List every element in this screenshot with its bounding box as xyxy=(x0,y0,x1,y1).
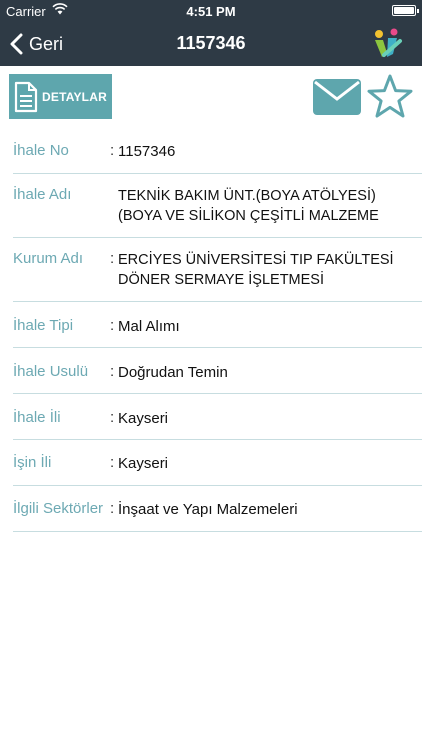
tender-details-list: İhale No : 1157346 İhale Adı TEKNİK BAKI… xyxy=(0,128,422,532)
status-time: 4:51 PM xyxy=(186,4,236,19)
field-row-tender-no: İhale No : 1157346 xyxy=(0,128,422,174)
field-value: Doğrudan Temin xyxy=(118,364,228,381)
field-row-tender-city: İhale İli : Kayseri xyxy=(0,394,422,440)
field-row-sectors: İlgili Sektörler : İnşaat ve Yapı Malzem… xyxy=(0,486,422,532)
row-divider xyxy=(13,531,422,532)
field-row-tender-name: İhale Adı TEKNİK BAKIM ÜNT.(BOYA ATÖLYES… xyxy=(0,174,422,238)
field-row-tender-type: İhale Tipi : Mal Alımı xyxy=(0,302,422,348)
field-label: İhale Tipi xyxy=(13,317,74,334)
field-colon: : xyxy=(110,454,115,471)
battery-icon xyxy=(392,5,419,16)
navigation-bar: Geri 1157346 xyxy=(0,22,422,66)
field-value: 1157346 xyxy=(118,143,176,160)
details-button[interactable]: DETAYLAR xyxy=(9,74,112,119)
field-label: İhale Usulü xyxy=(13,363,89,380)
details-label: DETAYLAR xyxy=(42,89,107,104)
field-label: İhale İli xyxy=(13,409,61,426)
field-value-line: DÖNER SERMAYE İŞLETMESİ xyxy=(118,272,324,288)
field-row-institution: Kurum Adı : ERCİYES ÜNİVERSİTESİ TIP FAK… xyxy=(0,238,422,302)
field-value: Kayseri xyxy=(118,410,169,427)
field-label: Kurum Adı xyxy=(13,250,84,267)
field-colon: : xyxy=(110,142,115,159)
status-bar: Carrier 4:51 PM xyxy=(0,0,422,22)
field-row-tender-method: İhale Usulü : Doğrudan Temin xyxy=(0,348,422,394)
field-value: TEKNİK BAKIM ÜNT.(BOYA ATÖLYESİ) (BOYA V… xyxy=(118,186,389,238)
field-colon xyxy=(110,186,118,238)
field-label: İhale Adı xyxy=(13,186,72,203)
action-toolbar: DETAYLAR xyxy=(0,66,422,128)
field-value: ERCİYES ÜNİVERSİTESİ TIP FAKÜLTESİ DÖNER… xyxy=(118,250,404,302)
field-row-work-city: İşin İli : Kayseri xyxy=(0,440,422,486)
field-value-line: TEKNİK BAKIM ÜNT.(BOYA ATÖLYESİ) xyxy=(118,188,376,204)
app-logo-icon xyxy=(370,27,404,61)
field-colon: : xyxy=(110,317,115,334)
mail-button[interactable] xyxy=(313,79,361,115)
field-colon: : xyxy=(110,363,115,380)
field-value: Kayseri xyxy=(118,455,169,472)
field-colon: : xyxy=(110,500,115,517)
field-label: İşin İli xyxy=(13,454,52,471)
field-value: İnşaat ve Yapı Malzemeleri xyxy=(118,501,298,518)
field-label: İhale No xyxy=(13,142,69,159)
field-value-line: (BOYA VE SİLİKON ÇEŞİTLİ MALZEME xyxy=(118,208,379,224)
field-value-line: ERCİYES ÜNİVERSİTESİ TIP FAKÜLTESİ xyxy=(118,252,394,268)
page-title: 1157346 xyxy=(176,33,246,53)
mail-icon xyxy=(313,79,361,115)
field-value: Mal Alımı xyxy=(118,318,180,335)
star-icon xyxy=(367,74,413,118)
field-label: İlgili Sektörler xyxy=(13,500,104,517)
document-icon xyxy=(14,81,38,112)
field-colon: : xyxy=(110,250,115,267)
field-colon: : xyxy=(110,409,115,426)
favorite-button[interactable] xyxy=(366,73,414,121)
